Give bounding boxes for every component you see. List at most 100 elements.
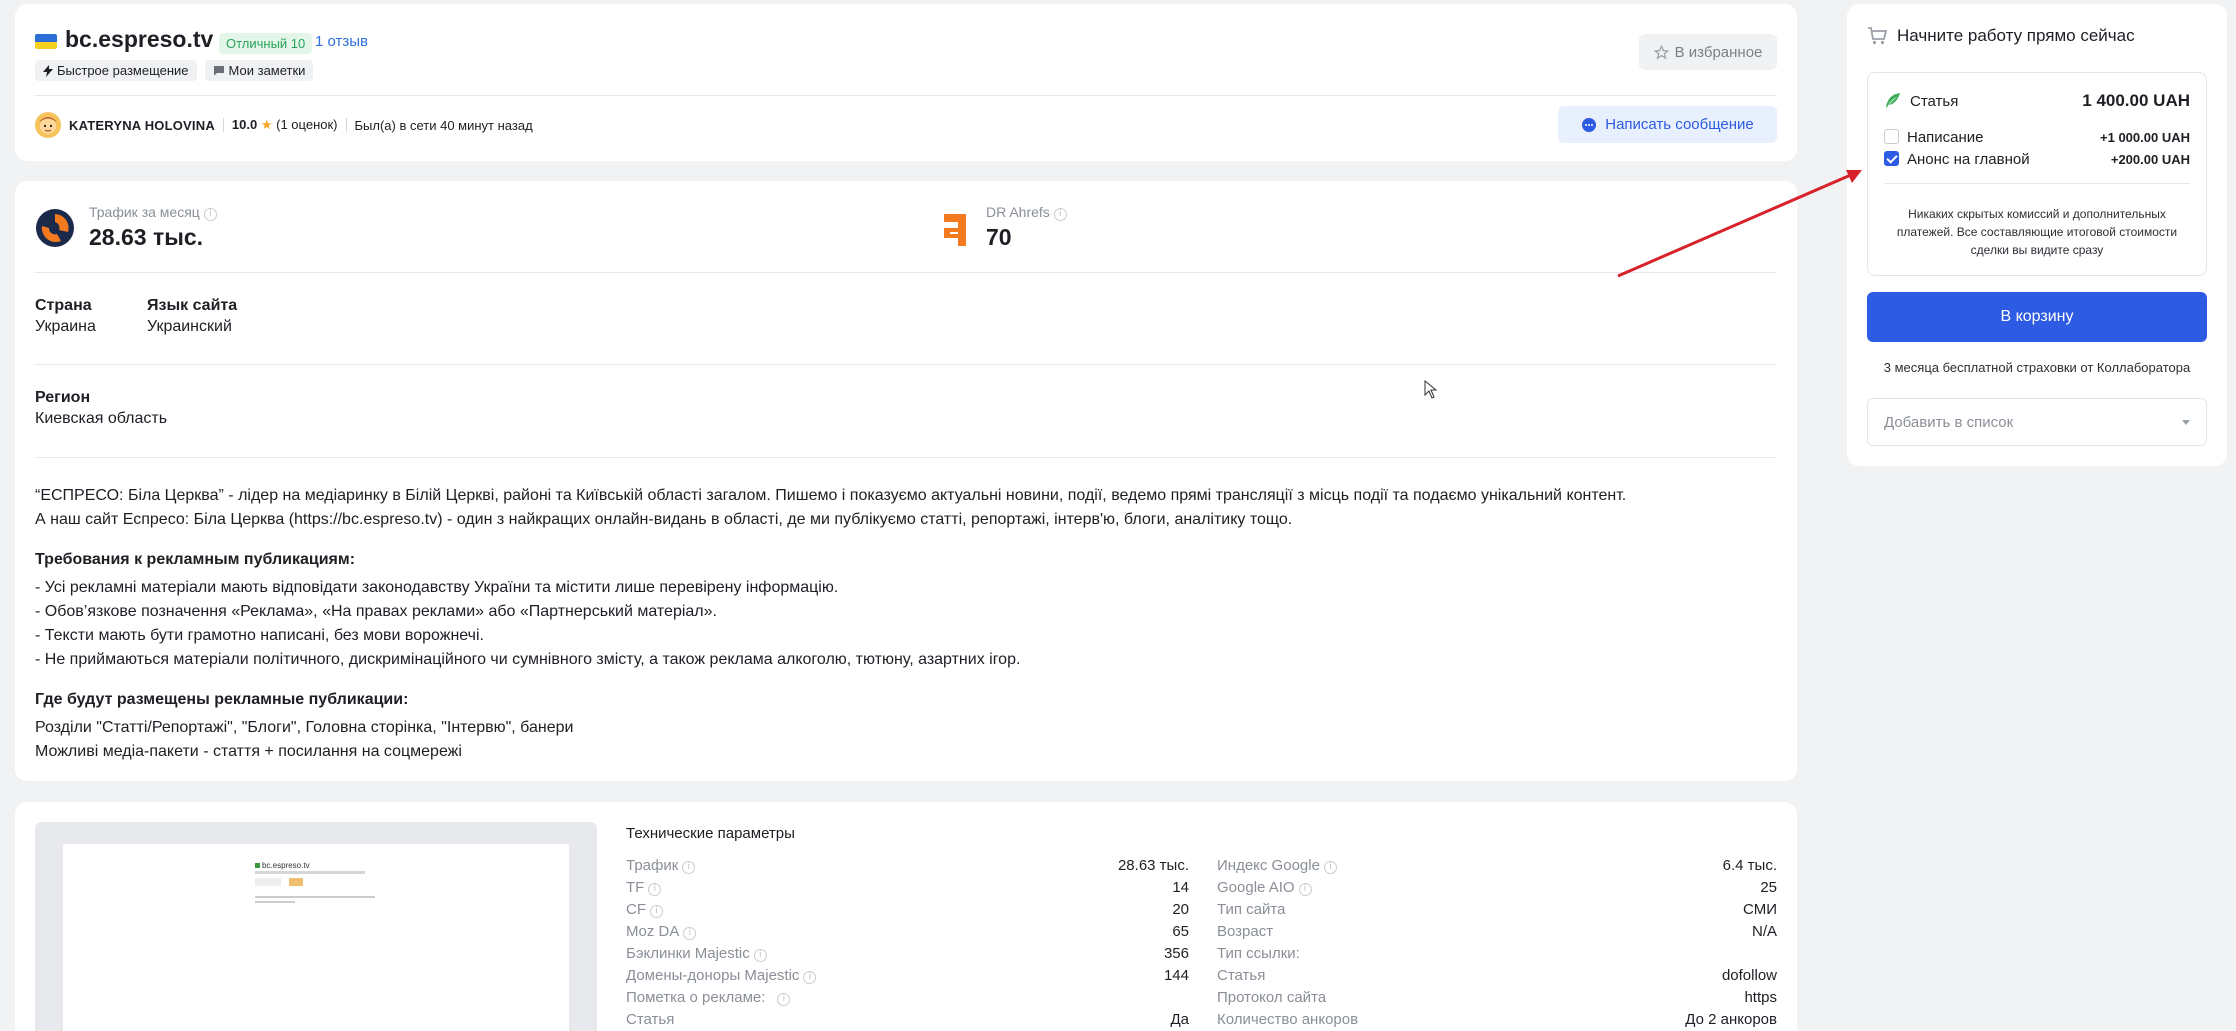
tech-key: Возраст [1217,923,1274,940]
option-label: Анонс на главной [1907,151,2030,168]
tech-key: Тип сайта [1217,901,1286,918]
placement-heading: Где будут размещены рекламные публикации… [35,691,409,708]
tech-row: Тип ссылки: [1217,943,1777,965]
author-info: KATERYNA HOLOVINA 10.0 ★ (1 оценок) Был(… [69,117,533,133]
favorite-label: В избранное [1674,43,1763,61]
annotation-arrow [1617,170,1862,278]
tech-row: CF i 20 [626,899,1189,921]
info-icon[interactable]: i [648,883,662,896]
add-to-list-select[interactable]: Добавить в список [1867,398,2207,446]
author-score-value: 10.0 [231,117,258,132]
author-online-status: Был(а) в сети 40 минут назад [354,117,533,133]
article-price-row: Статья 1 400.00 UAH [1884,91,2190,111]
tech-key: Бэклинки Majestic [626,945,750,962]
tech-row: Бэклинки Majestic i 356 [626,943,1189,965]
tech-value: https [1744,989,1777,1006]
tech-row: Пометка о рекламе: i [626,987,1189,1009]
tech-row: Индекс Google i 6.4 тыс. [1217,855,1777,877]
info-icon[interactable]: i [803,971,817,984]
tech-value: 14 [1172,879,1189,896]
country-field: Страна Украина [35,297,96,336]
dr-value: 70 [986,224,1012,250]
region-value: Киевская область [35,410,168,427]
country-value: Украина [35,318,96,335]
tech-params-title: Технические параметры [626,825,795,842]
article-price: 1 400.00 UAH [2082,91,2190,110]
language-field: Язык сайта Украинский [147,297,237,336]
tag-label: Мои заметки [228,63,306,78]
divider [35,364,1777,365]
info-icon[interactable]: i [650,905,663,918]
tech-key: Трафик [626,857,679,874]
requirement-item: - Не приймаються матеріали політичного, … [35,651,1021,668]
feather-icon [1886,93,1900,108]
screenshot-preview: bc.espreso.tv [63,844,569,1031]
order-sidebar: Начните работу прямо сейчас Статья 1 400… [1847,4,2227,466]
tag-fast-placement[interactable]: Быстрое размещение [35,60,197,81]
divider [35,272,1777,273]
language-value: Украинский [147,318,232,335]
divider [222,118,224,132]
tech-value: 144 [1163,967,1189,984]
tech-params-left: Трафик i 28.63 тыс. TF i 14 CF i 20 Moz DA i 65 … [626,855,1189,1031]
screenshot-line [255,896,375,898]
tech-value: 20 [1172,901,1189,918]
requirement-item: - Тексти мають бути грамотно написані, б… [35,627,484,644]
write-message-label: Написать сообщение [1605,116,1754,133]
site-header-card: bc.espreso.tv Отличный 10 1 отзыв Быстро… [15,4,1797,161]
ukraine-flag-icon [35,34,57,49]
order-title-text: Начните работу прямо сейчас [1897,26,2135,45]
info-icon[interactable]: i [753,949,767,962]
country-label: Страна [35,297,92,314]
option-homepage-announce[interactable]: Анонс на главной +200.00 UAH [1884,151,2190,168]
tech-params-right: Индекс Google i 6.4 тыс. Google AIO i 25 Тип… [1217,855,1777,1031]
homepage-announce-checkbox[interactable] [1884,151,1899,166]
info-icon[interactable]: i [203,208,217,221]
placement-item: Розділи "Статті/Репортажі", "Блоги", Гол… [35,719,574,736]
dr-metric: DR Ahrefs i 70 [938,204,1067,251]
reviews-link[interactable]: 1 отзыв [315,33,368,50]
tech-row: Тип сайта СМИ [1217,899,1777,921]
site-info-card: Трафик за месяц i 28.63 тыс. DR Ahrefs i 7… [15,181,1797,781]
site-screenshot[interactable]: bc.espreso.tv [35,822,597,1031]
tech-key: Google AIO [1217,879,1295,896]
site-name[interactable]: bc.espreso.tv [65,26,213,53]
star-outline-icon [1653,44,1669,60]
divider [345,118,347,132]
order-title: Начните работу прямо сейчас [1867,26,2135,46]
author-avatar[interactable] [35,112,61,138]
option-writing[interactable]: Написание +1 000.00 UAH [1884,129,2190,146]
favorite-button[interactable]: В избранное [1639,34,1777,70]
info-icon[interactable]: i [1298,883,1312,896]
info-icon[interactable]: i [777,993,791,1006]
author-name[interactable]: KATERYNA HOLOVINA [69,118,215,133]
add-to-cart-button[interactable]: В корзину [1867,292,2207,342]
tech-row: Статья dofollow [1217,965,1777,987]
info-icon[interactable]: i [683,927,697,940]
cart-icon [1868,27,1887,45]
tech-value: 25 [1760,879,1777,896]
region-label: Регион [35,389,91,406]
tech-row: TF i 14 [626,877,1189,899]
similarweb-logo-icon [36,208,74,247]
insurance-note: 3 месяца бесплатной страховки от Коллабо… [1883,360,2191,375]
author-votes: (1 оценок) [276,117,338,132]
writing-checkbox[interactable] [1884,129,1899,144]
price-box: Статья 1 400.00 UAH Написание +1 000.00 … [1867,72,2207,276]
tech-value: СМИ [1743,901,1777,918]
tag-my-notes[interactable]: Мои заметки [204,60,314,81]
info-icon[interactable]: i [1323,861,1337,874]
description-paragraph: А наш сайт Еспресо: Біла Церква (https:/… [35,511,1293,528]
tech-key: Пометка о рекламе: [626,989,766,1006]
note-icon [213,66,224,76]
dr-label: DR Ahrefs [986,204,1050,220]
ahrefs-logo-icon [940,209,972,248]
tech-row: Протокол сайта https [1217,987,1777,1009]
write-message-button[interactable]: Написать сообщение [1558,106,1777,143]
tech-key: Тип ссылки: [1217,945,1300,962]
language-label: Язык сайта [147,297,238,314]
info-icon[interactable]: i [682,861,696,874]
tech-key: Moz DA [626,923,680,940]
tech-value: 65 [1172,923,1189,940]
info-icon[interactable]: i [1053,208,1067,221]
